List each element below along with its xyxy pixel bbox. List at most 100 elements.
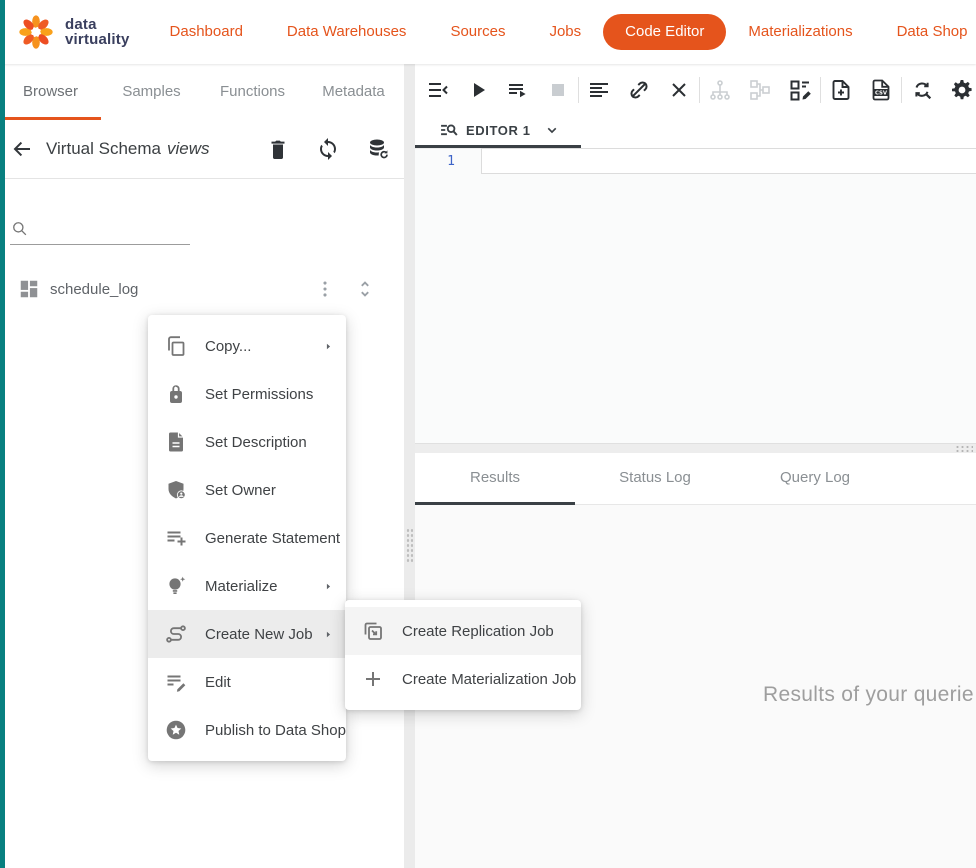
format-sql-button[interactable]	[587, 78, 611, 102]
run-selected-button[interactable]	[506, 78, 530, 102]
vertical-drag-handle[interactable]	[406, 528, 413, 564]
results-resize-divider[interactable]	[415, 443, 976, 453]
toolbar-divider	[578, 77, 579, 103]
menu-item-create-new-job[interactable]: Create New Job	[148, 610, 346, 658]
stop-icon	[546, 78, 570, 102]
refresh-schema-button[interactable]	[316, 137, 340, 161]
editor-tab-label: EDITOR 1	[466, 123, 531, 138]
find-replace-icon	[910, 78, 934, 102]
new-editor-button[interactable]	[829, 78, 853, 102]
menu-item-set-owner[interactable]: Set Owner	[148, 466, 346, 514]
tab-status-log[interactable]: Status Log	[575, 453, 735, 504]
window-edge-accent	[0, 0, 5, 868]
submenu-arrow-icon	[323, 581, 334, 592]
menu-item-label: Edit	[205, 674, 334, 691]
lightbulb-icon	[164, 574, 188, 598]
sidebar-tabs: Browser Samples Functions Metadata	[0, 64, 404, 120]
schema-subtitle: views	[167, 139, 210, 159]
expand-collapse-button[interactable]	[354, 278, 376, 300]
delete-icon	[266, 137, 290, 161]
run-query-button[interactable]	[466, 78, 490, 102]
sidebar-resize-divider[interactable]	[404, 64, 415, 868]
results-tabbar: Results Status Log Query Log	[415, 453, 976, 505]
brand-name: data virtuality	[65, 17, 130, 47]
menu-item-label: Create Replication Job	[402, 623, 569, 640]
svg-text:CSV: CSV	[875, 90, 888, 96]
tab-editor-1[interactable]: EDITOR 1	[415, 115, 581, 148]
nav-sources[interactable]: Sources	[428, 14, 527, 50]
tree-item-label: schedule_log	[50, 281, 138, 298]
menu-item-edit[interactable]: Edit	[148, 658, 346, 706]
find-replace-button[interactable]	[910, 78, 934, 102]
editor-toolbar: CSV	[415, 64, 976, 115]
sync-icon	[316, 137, 340, 161]
unfold-more-icon	[354, 278, 376, 300]
view-dashboard-icon	[18, 278, 40, 300]
edit-dashboard-button[interactable]	[788, 78, 812, 102]
submenu-item-create-materialization-job[interactable]: Create Materialization Job	[345, 655, 581, 703]
search-input[interactable]	[36, 223, 186, 239]
sidebar-search	[10, 219, 190, 245]
unlink-button[interactable]	[627, 78, 651, 102]
tab-query-log[interactable]: Query Log	[735, 453, 895, 504]
menu-item-label: Create Materialization Job	[402, 671, 576, 688]
nav-code-editor[interactable]: Code Editor	[603, 14, 726, 50]
menu-item-copy[interactable]: Copy...	[148, 322, 346, 370]
tab-browser[interactable]: Browser	[0, 64, 101, 120]
delete-schema-button[interactable]	[266, 137, 290, 161]
back-button[interactable]	[10, 137, 34, 161]
results-empty-message: Results of your querie	[763, 683, 974, 707]
menu-item-label: Create New Job	[205, 626, 323, 643]
tab-samples[interactable]: Samples	[101, 64, 202, 120]
star-circle-icon	[164, 718, 188, 742]
run-icon	[466, 78, 490, 102]
kebab-menu-icon	[314, 278, 336, 300]
clear-editor-button[interactable]	[667, 78, 691, 102]
sql-editor-area[interactable]: 1	[415, 149, 976, 443]
schema-title: Virtual Schema	[46, 139, 161, 159]
menu-item-set-permissions[interactable]: Set Permissions	[148, 370, 346, 418]
create-job-submenu: Create Replication Job Create Materializ…	[345, 600, 581, 710]
settings-button[interactable]	[950, 78, 974, 102]
nav-materializations[interactable]: Materializations	[726, 14, 874, 50]
dependency-tree-button-disabled	[708, 78, 732, 102]
tab-functions[interactable]: Functions	[202, 64, 303, 120]
export-csv-button[interactable]: CSV	[869, 78, 893, 102]
search-icon	[10, 219, 30, 239]
submenu-item-create-replication-job[interactable]: Create Replication Job	[345, 607, 581, 655]
nav-data-warehouses[interactable]: Data Warehouses	[265, 14, 429, 50]
menu-item-set-description[interactable]: Set Description	[148, 418, 346, 466]
nav-data-shop[interactable]: Data Shop	[875, 14, 976, 50]
route-icon	[164, 622, 188, 646]
unlink-icon	[627, 78, 651, 102]
menu-item-label: Copy...	[205, 338, 323, 355]
menu-item-generate-statement[interactable]: Generate Statement	[148, 514, 346, 562]
arrow-back-icon	[10, 137, 34, 161]
chevron-down-icon[interactable]	[542, 120, 562, 140]
edit-dashboard-icon	[788, 78, 812, 102]
editor-current-line[interactable]	[481, 148, 976, 174]
horizontal-drag-handle[interactable]	[955, 445, 973, 452]
tab-results[interactable]: Results	[415, 453, 575, 504]
menu-item-label: Generate Statement	[205, 530, 340, 547]
edit-note-icon	[164, 670, 188, 694]
schema-tree-button-disabled	[748, 78, 772, 102]
toolbar-divider	[699, 77, 700, 103]
clear-icon	[667, 78, 691, 102]
nav-jobs[interactable]: Jobs	[527, 14, 603, 50]
lock-icon	[164, 382, 188, 406]
collapse-editor-list-button[interactable]	[426, 78, 450, 102]
nav-dashboard[interactable]: Dashboard	[148, 14, 265, 50]
tree-item-schedule-log[interactable]: schedule_log	[0, 271, 404, 307]
schema-header: Virtual Schema views	[0, 120, 404, 179]
item-menu-button[interactable]	[314, 278, 336, 300]
playlist-add-icon	[164, 526, 188, 550]
tab-metadata[interactable]: Metadata	[303, 64, 404, 120]
document-icon	[164, 430, 188, 454]
reload-metadata-button[interactable]	[366, 137, 390, 161]
menu-item-materialize[interactable]: Materialize	[148, 562, 346, 610]
app-logo[interactable]: data virtuality	[16, 12, 130, 52]
menu-item-publish-to-data-shop[interactable]: Publish to Data Shop	[148, 706, 346, 754]
replication-icon	[361, 619, 385, 643]
schema-actions	[266, 137, 390, 161]
